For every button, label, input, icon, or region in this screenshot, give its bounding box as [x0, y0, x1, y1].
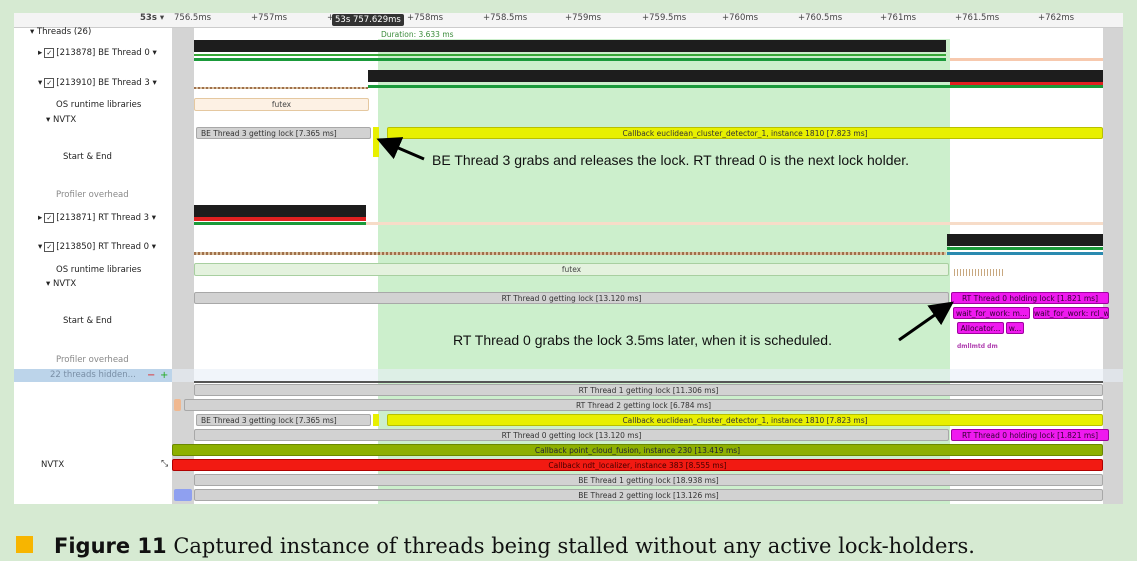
- timeline-view: 53s ▾ 756.5ms +757ms + +758ms +758.5ms +…: [14, 13, 1123, 504]
- caption-square-icon: [16, 536, 33, 553]
- figure-caption: Figure 11 Captured instance of threads b…: [54, 534, 975, 558]
- caption-label: Figure 11: [54, 534, 167, 558]
- be3-arrow: [376, 137, 425, 161]
- annotation-arrows: [376, 137, 954, 342]
- rt0-arrow: [898, 301, 954, 342]
- caption-text: Captured instance of threads being stall…: [166, 534, 975, 558]
